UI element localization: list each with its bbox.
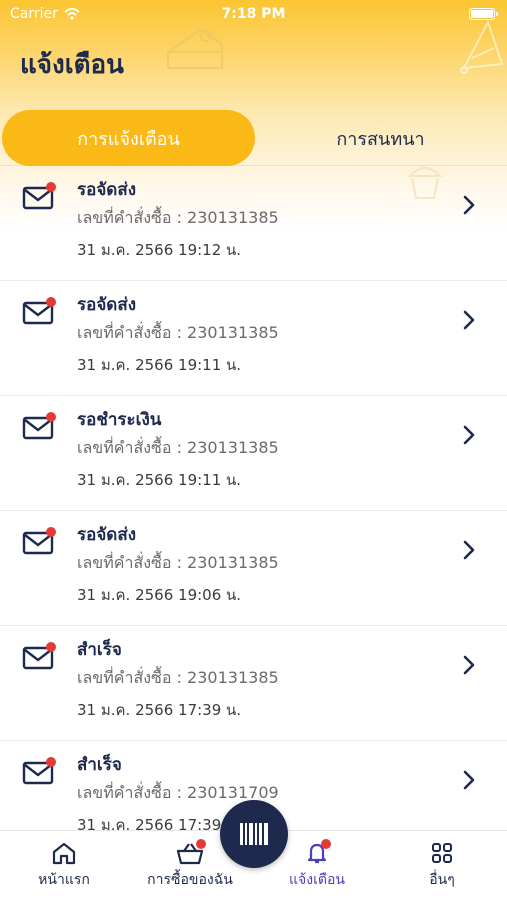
notification-status: สำเร็จ	[77, 640, 122, 660]
notification-status: รอจัดส่ง	[77, 180, 137, 200]
page-title: แจ้งเตือน	[20, 50, 124, 80]
notification-status: รอชำระเงิน	[77, 410, 162, 430]
envelope-icon	[22, 412, 56, 444]
chevron-right-icon	[463, 770, 475, 790]
order-number: เลขที่คำสั่งซื้อ : 230131385	[77, 438, 279, 457]
unread-dot	[46, 412, 56, 422]
tab-notifications[interactable]: การแจ้งเตือน	[2, 110, 255, 166]
envelope-icon	[22, 757, 56, 789]
order-number: เลขที่คำสั่งซื้อ : 230131385	[77, 208, 279, 227]
tab-home[interactable]: หน้าแรก	[4, 841, 124, 891]
notifications-badge	[321, 839, 331, 849]
tab-home-label: หน้าแรก	[38, 872, 90, 888]
tab-more-label: อื่นๆ	[429, 872, 455, 888]
unread-dot	[46, 527, 56, 537]
notification-row[interactable]: รอจัดส่ง เลขที่คำสั่งซื้อ : 230131385 31…	[0, 511, 507, 626]
cake-decoration-icon	[167, 28, 223, 69]
tab-more[interactable]: อื่นๆ	[382, 841, 502, 891]
order-number: เลขที่คำสั่งซื้อ : 230131385	[77, 668, 279, 687]
chevron-right-icon	[463, 425, 475, 445]
envelope-icon	[22, 182, 56, 214]
notification-date: 31 ม.ค. 2566 17:39 น.	[77, 701, 242, 719]
grid-icon	[432, 843, 452, 863]
home-icon	[52, 842, 76, 865]
notification-status: รอจัดส่ง	[77, 525, 137, 545]
order-number: เลขที่คำสั่งซื้อ : 230131385	[77, 323, 279, 342]
scan-barcode-button[interactable]	[220, 800, 288, 868]
tab-my-purchases-label: การซื้อของฉัน	[147, 872, 233, 888]
unread-dot	[46, 297, 56, 307]
notification-tabs: การแจ้งเตือน การสนทนา	[0, 110, 507, 166]
clock: 7:18 PM	[221, 6, 286, 22]
envelope-icon	[22, 642, 56, 674]
notification-date: 31 ม.ค. 2566 19:11 น.	[77, 356, 242, 374]
notification-row[interactable]: สำเร็จ เลขที่คำสั่งซื้อ : 230131385 31 ม…	[0, 626, 507, 741]
notification-list: รอจัดส่ง เลขที่คำสั่งซื้อ : 230131385 31…	[0, 166, 507, 830]
chevron-right-icon	[463, 540, 475, 560]
chevron-right-icon	[463, 655, 475, 675]
chevron-right-icon	[463, 310, 475, 330]
tab-notifications-nav-label: แจ้งเตือน	[289, 872, 345, 888]
notification-date: 31 ม.ค. 2566 17:39 น.	[77, 816, 242, 830]
unread-dot	[46, 642, 56, 652]
unread-dot	[46, 182, 56, 192]
purchases-badge	[196, 839, 206, 849]
notification-status: สำเร็จ	[77, 755, 122, 775]
notification-date: 31 ม.ค. 2566 19:11 น.	[77, 471, 242, 489]
unread-dot	[46, 757, 56, 767]
notification-date: 31 ม.ค. 2566 19:06 น.	[77, 586, 242, 604]
barcode-icon	[240, 823, 268, 845]
notification-status: รอจัดส่ง	[77, 295, 137, 315]
order-number: เลขที่คำสั่งซื้อ : 230131385	[77, 553, 279, 572]
notification-date: 31 ม.ค. 2566 19:12 น.	[77, 241, 242, 259]
envelope-icon	[22, 527, 56, 559]
notification-row[interactable]: รอชำระเงิน เลขที่คำสั่งซื้อ : 230131385 …	[0, 396, 507, 511]
envelope-icon	[22, 297, 56, 329]
status-bar: Carrier 7:18 PM	[0, 0, 507, 28]
notification-row[interactable]: รอจัดส่ง เลขที่คำสั่งซื้อ : 230131385 31…	[0, 166, 507, 281]
chevron-right-icon	[463, 195, 475, 215]
battery-icon	[469, 8, 498, 20]
tab-chat[interactable]: การสนทนา	[254, 110, 507, 166]
notification-row[interactable]: รอจัดส่ง เลขที่คำสั่งซื้อ : 230131385 31…	[0, 281, 507, 396]
